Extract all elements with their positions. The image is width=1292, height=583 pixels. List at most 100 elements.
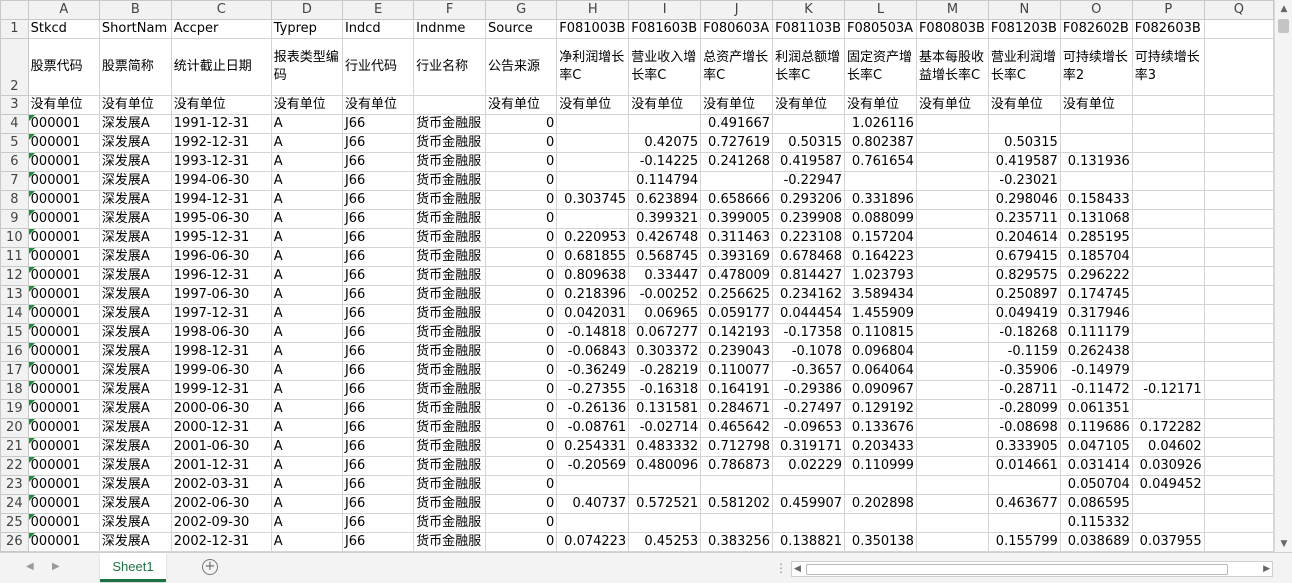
cell[interactable]: 深发展A (98, 304, 172, 324)
cell[interactable]: J66 (341, 399, 415, 419)
cell[interactable]: 货币金融服 (413, 361, 487, 381)
cell[interactable]: 0.50315 (772, 133, 846, 153)
cell[interactable]: 0.202898 (844, 494, 917, 514)
cell[interactable]: A (270, 399, 343, 419)
cell[interactable]: F081203B (987, 19, 1061, 39)
cell[interactable]: 深发展A (98, 532, 172, 552)
cell[interactable]: 000001 (27, 190, 100, 210)
scroll-up-icon[interactable]: ▲ (1275, 0, 1292, 17)
cell[interactable] (1203, 342, 1274, 362)
cell[interactable]: 0.293206 (772, 190, 846, 210)
cell[interactable]: 没有单位 (27, 95, 100, 115)
row-header[interactable]: 7 (0, 171, 29, 191)
cell[interactable]: -0.35906 (987, 361, 1061, 381)
cell[interactable]: 0 (485, 513, 558, 533)
cell[interactable]: J66 (341, 418, 415, 438)
cell[interactable]: 0.044454 (772, 304, 846, 324)
cell[interactable]: 深发展A (98, 171, 172, 191)
cell[interactable]: 货币金融服 (413, 437, 487, 457)
cell[interactable]: 0.284671 (700, 399, 774, 419)
cell[interactable] (1131, 361, 1205, 381)
cell[interactable]: 000001 (27, 152, 100, 172)
cell[interactable]: 0.164191 (700, 380, 774, 400)
cell[interactable] (915, 304, 989, 324)
cell[interactable]: 货币金融服 (413, 209, 487, 229)
cell[interactable]: J66 (341, 285, 415, 305)
cell[interactable]: J66 (341, 380, 415, 400)
row-header[interactable]: 14 (0, 304, 29, 324)
cell[interactable]: 深发展A (98, 190, 172, 210)
cell[interactable]: 2002-12-31 (170, 532, 272, 552)
row-header[interactable]: 2 (0, 38, 29, 96)
cell[interactable]: 股票简称 (98, 38, 172, 96)
cell[interactable]: -0.08698 (987, 418, 1061, 438)
cell[interactable]: 0.45253 (628, 532, 702, 552)
cell[interactable]: J66 (341, 114, 415, 134)
cell[interactable]: 货币金融服 (413, 133, 487, 153)
cell[interactable]: A (270, 266, 343, 286)
cell[interactable] (915, 380, 989, 400)
cell[interactable]: Indcd (341, 19, 415, 39)
cell[interactable] (915, 171, 989, 191)
column-header-n[interactable]: N (987, 0, 1061, 20)
cell[interactable]: 0.296222 (1059, 266, 1133, 286)
cell[interactable]: J66 (341, 209, 415, 229)
row-header[interactable]: 4 (0, 114, 29, 134)
cell[interactable]: -0.27355 (556, 380, 630, 400)
cell[interactable]: 0.483332 (628, 437, 702, 457)
cell[interactable] (1131, 323, 1205, 343)
cell[interactable]: 000001 (27, 437, 100, 457)
cell[interactable]: 000001 (27, 456, 100, 476)
cell[interactable]: 深发展A (98, 323, 172, 343)
cell[interactable]: 货币金融服 (413, 380, 487, 400)
cell[interactable]: 0.223108 (772, 228, 846, 248)
cell[interactable]: 0.303745 (556, 190, 630, 210)
cell[interactable]: 000001 (27, 399, 100, 419)
cell[interactable]: J66 (341, 133, 415, 153)
cell[interactable]: Typrep (270, 19, 343, 39)
cell[interactable]: -0.27497 (772, 399, 846, 419)
cell[interactable]: A (270, 380, 343, 400)
cell[interactable]: 利润总额增长率C (772, 38, 846, 96)
cell[interactable]: 1997-12-31 (170, 304, 272, 324)
cell[interactable]: 0.042031 (556, 304, 630, 324)
cell[interactable]: A (270, 418, 343, 438)
cell[interactable]: 货币金融服 (413, 228, 487, 248)
cell[interactable]: 000001 (27, 323, 100, 343)
cell[interactable]: F080803B (915, 19, 989, 39)
cell[interactable]: 净利润增长率C (556, 38, 630, 96)
row-header[interactable]: 10 (0, 228, 29, 248)
previous-sheet-icon[interactable]: ◀ (26, 561, 34, 572)
cell[interactable]: 固定资产增长率C (844, 38, 917, 96)
cell[interactable] (1203, 114, 1274, 134)
cell[interactable]: 0.678468 (772, 247, 846, 267)
cell[interactable]: 深发展A (98, 475, 172, 495)
cell[interactable] (1131, 247, 1205, 267)
cell[interactable]: -0.3657 (772, 361, 846, 381)
cell[interactable]: 没有单位 (341, 95, 415, 115)
cell[interactable]: 0.256625 (700, 285, 774, 305)
cell[interactable]: A (270, 513, 343, 533)
cell[interactable]: ShortNam (98, 19, 172, 39)
cell[interactable]: 0 (485, 190, 558, 210)
cell[interactable]: 0.459907 (772, 494, 846, 514)
cell[interactable]: 0.239043 (700, 342, 774, 362)
cell[interactable]: J66 (341, 152, 415, 172)
cell[interactable] (1131, 95, 1205, 115)
cell[interactable] (1203, 399, 1274, 419)
cell[interactable] (1131, 399, 1205, 419)
cell[interactable] (628, 114, 702, 134)
cell[interactable]: A (270, 361, 343, 381)
cell[interactable] (1131, 228, 1205, 248)
cell[interactable] (915, 228, 989, 248)
cell[interactable]: 没有单位 (772, 95, 846, 115)
column-header-l[interactable]: L (844, 0, 917, 20)
cell[interactable]: 0.172282 (1131, 418, 1205, 438)
cell[interactable]: 0.679415 (987, 247, 1061, 267)
cell[interactable]: 行业名称 (413, 38, 487, 96)
cell[interactable]: 0 (485, 361, 558, 381)
cell[interactable]: 0 (485, 456, 558, 476)
cell[interactable] (1203, 532, 1274, 552)
cell[interactable] (1203, 380, 1274, 400)
cell[interactable] (1203, 247, 1274, 267)
